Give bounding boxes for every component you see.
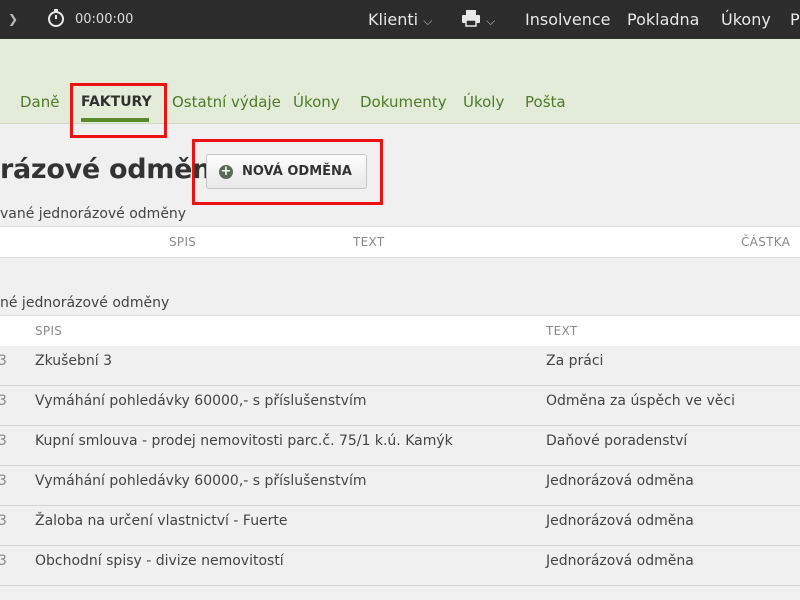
row-id: 3 bbox=[0, 393, 7, 409]
column-header-spis[interactable]: SPIS bbox=[35, 316, 62, 346]
row-text: Daňové poradenství bbox=[546, 433, 688, 449]
ukony-link[interactable]: Úkony bbox=[721, 0, 771, 39]
row-spis: Kupní smlouva - prodej nemovitosti parc.… bbox=[35, 433, 453, 449]
tab-posta[interactable]: Pošta bbox=[525, 93, 566, 111]
table-row[interactable]: 3 Kupní smlouva - prodej nemovitosti par… bbox=[0, 426, 800, 466]
highlight-box-faktury bbox=[70, 83, 167, 138]
table-row[interactable]: 3 Vymáhání pohledávky 60000,- s přísluše… bbox=[0, 466, 800, 506]
tab-ukoly[interactable]: Úkoly bbox=[463, 93, 504, 111]
printer-icon bbox=[462, 10, 480, 27]
new-reward-button-label: NOVÁ ODMĚNA bbox=[242, 164, 352, 179]
row-text: Jednorázová odměna bbox=[546, 553, 694, 569]
row-text: Jednorázová odměna bbox=[546, 473, 694, 489]
chevron-down-icon: ⌵ bbox=[423, 14, 433, 28]
clients-menu[interactable]: Klienti ⌵ bbox=[368, 0, 432, 39]
row-id: 3 bbox=[0, 553, 7, 569]
table-row[interactable]: 3 Zkušební 3 Za práci bbox=[0, 346, 800, 386]
column-header-spis[interactable]: SPIS bbox=[169, 227, 196, 257]
row-spis: Zkušební 3 bbox=[35, 353, 113, 369]
timer-display: 00:00:00 bbox=[75, 12, 134, 27]
row-text: Za práci bbox=[546, 353, 604, 369]
table-row[interactable]: 3 Žaloba na určení vlastnictví - Fuerte … bbox=[0, 506, 800, 546]
row-text: Odměna za úspěch ve věci bbox=[546, 393, 735, 409]
column-header-castka[interactable]: ČÁSTKA bbox=[741, 227, 790, 257]
chevron-down-icon: ⌵ bbox=[486, 14, 496, 28]
section-label-unbilled: vané jednorázové odměny bbox=[0, 206, 187, 222]
pokladna-link[interactable]: Pokladna bbox=[627, 0, 699, 39]
tab-ukony[interactable]: Úkony bbox=[293, 93, 340, 111]
section-label-billed: né jednorázové odměny bbox=[0, 295, 170, 311]
tab-dane[interactable]: Daně bbox=[20, 93, 59, 111]
stopwatch-icon[interactable] bbox=[46, 0, 66, 39]
top-navigation-bar: ❯ 00:00:00 Klienti ⌵ ⌵ Insolvence Poklad… bbox=[0, 0, 800, 39]
table-row[interactable]: 3 Obchodní spisy - divize nemovitostí Je… bbox=[0, 546, 800, 586]
row-spis: Obchodní spisy - divize nemovitostí bbox=[35, 553, 284, 569]
column-header-text[interactable]: TEXT bbox=[353, 227, 384, 257]
chevron-down-icon[interactable]: ❯ bbox=[8, 0, 18, 39]
row-spis: Vymáhání pohledávky 60000,- s příslušens… bbox=[35, 473, 367, 489]
table-row[interactable]: 3 Vymáhání pohledávky 60000,- s přísluše… bbox=[0, 386, 800, 426]
table-header: SPIS TEXT ČÁSTKA bbox=[0, 226, 800, 258]
tab-dokumenty[interactable]: Dokumenty bbox=[360, 93, 447, 111]
row-id: 3 bbox=[0, 513, 7, 529]
row-text: Jednorázová odměna bbox=[546, 513, 694, 529]
page-title: rázové odměny bbox=[0, 154, 229, 185]
clients-label: Klienti bbox=[368, 10, 419, 29]
row-id: 3 bbox=[0, 433, 7, 449]
row-spis: Vymáhání pohledávky 60000,- s příslušens… bbox=[35, 393, 367, 409]
column-header-text[interactable]: TEXT bbox=[546, 316, 577, 346]
insolvence-link[interactable]: Insolvence bbox=[525, 0, 611, 39]
printer-menu[interactable]: ⌵ bbox=[461, 0, 495, 39]
plus-circle-icon: + bbox=[219, 164, 233, 179]
row-id: 3 bbox=[0, 473, 7, 489]
rewards-table-body: 3 Zkušební 3 Za práci 3 Vymáhání pohledá… bbox=[0, 346, 800, 586]
cut-off-link[interactable]: P bbox=[790, 0, 800, 39]
tab-ostatni-vydaje[interactable]: Ostatní výdaje bbox=[172, 93, 281, 111]
new-reward-button[interactable]: + NOVÁ ODMĚNA bbox=[206, 154, 367, 189]
table-header: SPIS TEXT bbox=[0, 315, 800, 347]
row-spis: Žaloba na určení vlastnictví - Fuerte bbox=[35, 513, 288, 529]
row-id: 3 bbox=[0, 353, 7, 369]
